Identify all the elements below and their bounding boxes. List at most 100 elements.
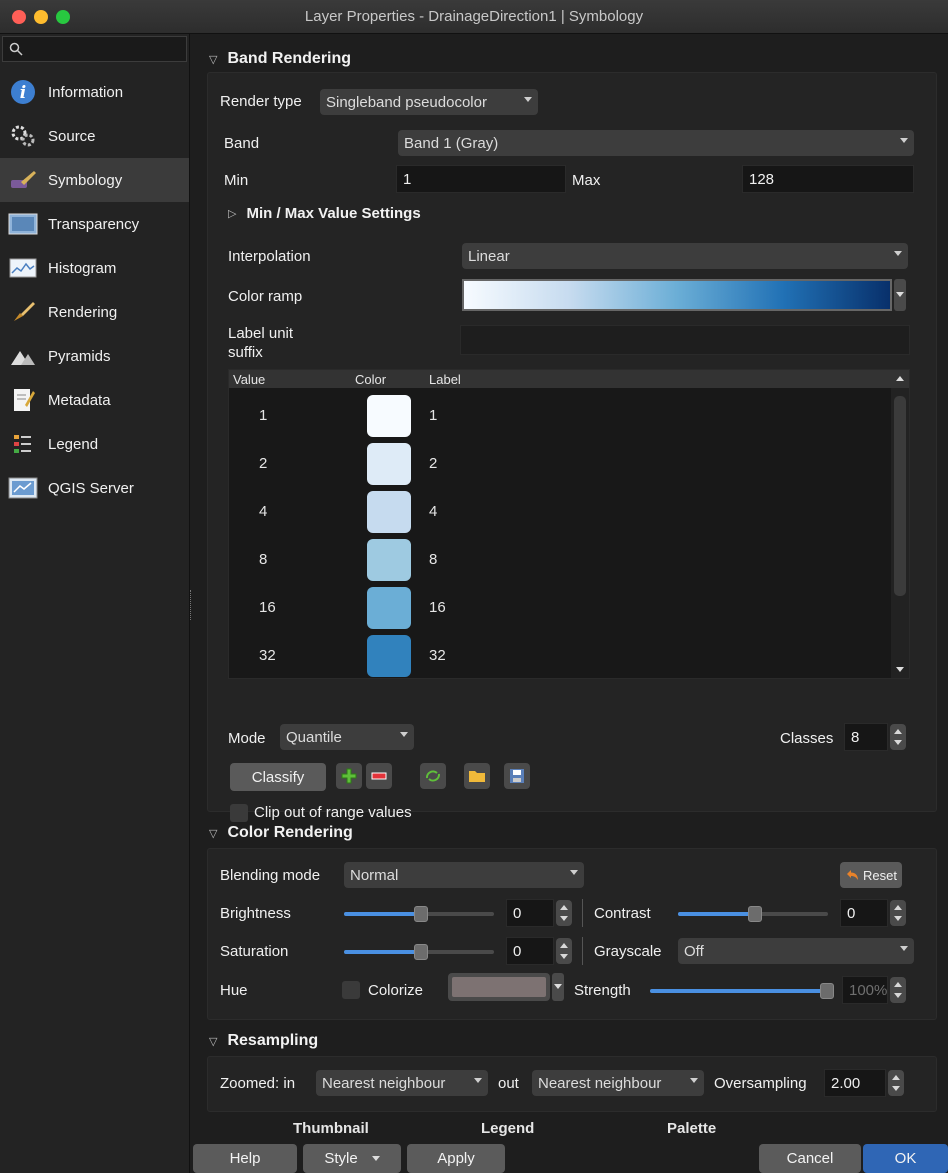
row-label[interactable]: 4 [429, 503, 437, 520]
contrast-slider-handle[interactable] [748, 906, 762, 922]
maximize-window-button[interactable] [56, 10, 70, 24]
add-class-button[interactable] [336, 763, 362, 789]
table-row[interactable]: 32 32 [229, 632, 891, 678]
row-color-swatch[interactable] [367, 539, 411, 581]
grayscale-select[interactable]: Off [678, 938, 914, 964]
brightness-slider[interactable] [344, 906, 494, 922]
sidebar-item-metadata[interactable]: Metadata [0, 378, 189, 422]
table-scrollbar-thumb[interactable] [894, 396, 906, 596]
row-color-swatch[interactable] [367, 635, 411, 677]
resampling-header[interactable]: ▽ Resampling [209, 1032, 318, 1050]
row-label[interactable]: 2 [429, 455, 437, 472]
style-button[interactable]: Style [303, 1144, 401, 1173]
sidebar-item-legend[interactable]: Legend [0, 422, 189, 466]
tab-palette[interactable]: Palette [667, 1120, 716, 1137]
band-rendering-header[interactable]: ▽ Band Rendering [209, 50, 351, 68]
color-ramp-preview[interactable] [462, 279, 892, 311]
ok-button[interactable]: OK [863, 1144, 948, 1173]
row-label[interactable]: 32 [429, 647, 446, 664]
minimize-window-button[interactable] [34, 10, 48, 24]
column-header-color[interactable]: Color [355, 372, 386, 387]
saturation-spinner[interactable] [556, 938, 572, 964]
sidebar-search-input[interactable] [2, 36, 187, 62]
contrast-slider[interactable] [678, 906, 828, 922]
saturation-slider-handle[interactable] [414, 944, 428, 960]
table-row[interactable]: 22 [229, 440, 891, 488]
label-unit-suffix-input[interactable] [460, 325, 910, 355]
strength-spinner[interactable] [890, 977, 906, 1003]
brightness-spinner[interactable] [556, 900, 572, 926]
column-header-value[interactable]: Value [233, 372, 265, 387]
band-select[interactable]: Band 1 (Gray) [398, 130, 914, 156]
sidebar-item-transparency[interactable]: Transparency [0, 202, 189, 246]
table-row[interactable]: 88 [229, 536, 891, 584]
interpolation-select[interactable]: Linear [462, 243, 908, 269]
row-value[interactable]: 16 [259, 599, 276, 616]
oversampling-spinner[interactable] [888, 1070, 904, 1096]
row-color-swatch[interactable] [367, 491, 411, 533]
clip-out-of-range-checkbox[interactable] [230, 804, 248, 822]
cancel-button[interactable]: Cancel [759, 1144, 861, 1173]
table-row[interactable]: 16 16 [229, 584, 891, 632]
zoomed-in-select[interactable]: Nearest neighbour [316, 1070, 488, 1096]
tab-thumbnail[interactable]: Thumbnail [293, 1120, 369, 1137]
zoomed-out-select[interactable]: Nearest neighbour [532, 1070, 704, 1096]
row-value[interactable]: 2 [259, 455, 267, 472]
classes-input[interactable]: 8 [844, 723, 888, 751]
tab-legend[interactable]: Legend [481, 1120, 534, 1137]
max-input[interactable]: 128 [742, 165, 914, 193]
brightness-input[interactable]: 0 [506, 899, 554, 927]
load-color-map-button[interactable] [464, 763, 490, 789]
sidebar-item-symbology[interactable]: Symbology [0, 158, 189, 202]
row-value[interactable]: 4 [259, 503, 267, 520]
strength-slider-handle[interactable] [820, 983, 834, 999]
close-window-button[interactable] [12, 10, 26, 24]
row-label[interactable]: 16 [429, 599, 446, 616]
saturation-slider[interactable] [344, 944, 494, 960]
oversampling-input[interactable]: 2.00 [824, 1069, 886, 1097]
row-color-swatch[interactable] [367, 587, 411, 629]
help-button[interactable]: Help [193, 1144, 297, 1173]
colorize-color-button[interactable] [448, 973, 550, 1001]
save-color-map-button[interactable] [504, 763, 530, 789]
column-header-label[interactable]: Label [429, 372, 461, 387]
scroll-down-icon[interactable] [896, 667, 904, 672]
sidebar-item-source[interactable]: Source [0, 114, 189, 158]
strength-input[interactable]: 100% [842, 976, 888, 1004]
row-label[interactable]: 1 [429, 407, 437, 424]
brightness-slider-handle[interactable] [414, 906, 428, 922]
table-row[interactable]: 11 [229, 392, 891, 440]
colorize-dropdown-button[interactable] [552, 973, 564, 1001]
sidebar-item-qgis-server[interactable]: QGIS Server [0, 466, 189, 510]
reverse-ramp-button[interactable] [420, 763, 446, 789]
colorize-checkbox[interactable] [342, 981, 360, 999]
strength-slider[interactable] [650, 983, 834, 999]
min-input[interactable]: 1 [396, 165, 566, 193]
contrast-input[interactable]: 0 [840, 899, 888, 927]
classes-spinner[interactable] [890, 724, 906, 750]
remove-class-button[interactable] [366, 763, 392, 789]
row-color-swatch[interactable] [367, 395, 411, 437]
table-row[interactable]: 44 [229, 488, 891, 536]
sidebar-item-rendering[interactable]: Rendering [0, 290, 189, 334]
apply-button[interactable]: Apply [407, 1144, 505, 1173]
color-ramp-dropdown-button[interactable] [894, 279, 906, 311]
sidebar-item-information[interactable]: i Information [0, 70, 189, 114]
render-type-select[interactable]: Singleband pseudocolor [320, 89, 538, 115]
row-label[interactable]: 8 [429, 551, 437, 568]
minmax-settings-header[interactable]: ▷ Min / Max Value Settings [228, 205, 421, 222]
contrast-spinner[interactable] [890, 900, 906, 926]
classify-button[interactable]: Classify [230, 763, 326, 791]
blending-mode-select[interactable]: Normal [344, 862, 584, 888]
color-rendering-header[interactable]: ▽ Color Rendering [209, 824, 353, 842]
scroll-up-icon[interactable] [896, 376, 904, 381]
mode-select[interactable]: Quantile [280, 724, 414, 750]
sidebar-item-pyramids[interactable]: Pyramids [0, 334, 189, 378]
row-value[interactable]: 8 [259, 551, 267, 568]
row-value[interactable]: 32 [259, 647, 276, 664]
reset-button[interactable]: Reset [840, 862, 902, 888]
row-color-swatch[interactable] [367, 443, 411, 485]
sidebar-item-histogram[interactable]: Histogram [0, 246, 189, 290]
table-scrollbar[interactable] [891, 376, 909, 678]
row-value[interactable]: 1 [259, 407, 267, 424]
